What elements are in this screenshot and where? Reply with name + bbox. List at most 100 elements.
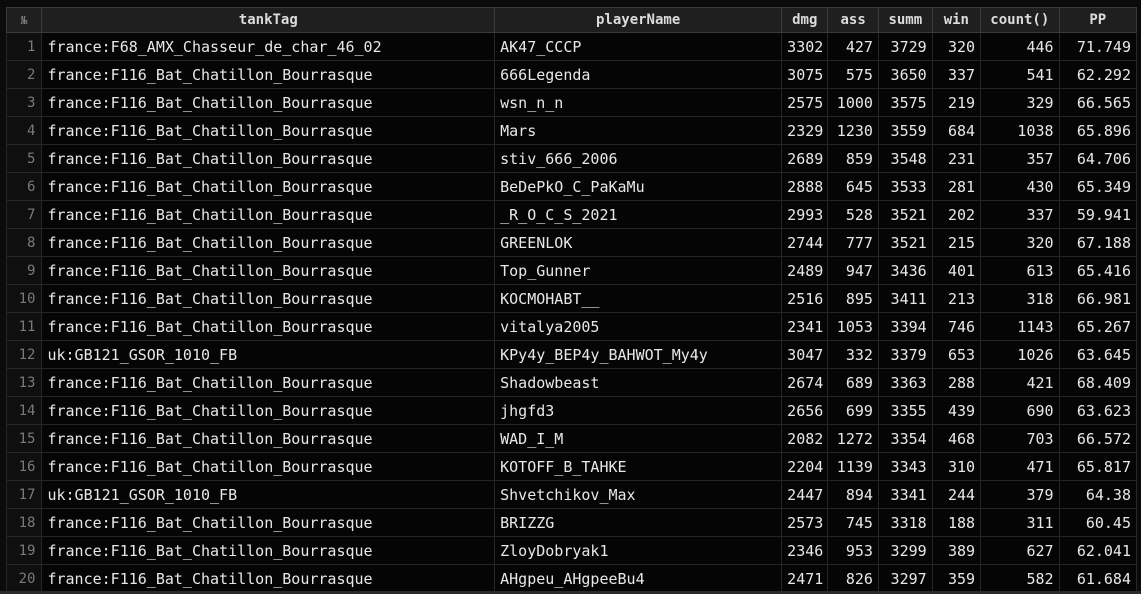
cell-tanktag[interactable]: france:F116_Bat_Chatillon_Bourrasque	[41, 228, 496, 257]
cell-dmg[interactable]: 2744	[781, 228, 829, 257]
cell-ass[interactable]: 1139	[827, 452, 879, 481]
cell-win[interactable]: 439	[931, 396, 982, 425]
cell-dmg[interactable]: 2341	[781, 312, 829, 341]
cell-playername[interactable]: BeDePkO_C_PaKaMu	[494, 172, 783, 201]
cell-tanktag[interactable]: france:F68_AMX_Chasseur_de_char_46_02	[41, 32, 496, 61]
cell-pp[interactable]: 61.684	[1058, 564, 1138, 593]
row-index[interactable]: 1	[5, 32, 43, 61]
cell-count[interactable]: 471	[980, 452, 1060, 481]
row-index[interactable]: 7	[5, 200, 43, 229]
cell-count[interactable]: 690	[980, 396, 1060, 425]
cell-count[interactable]: 318	[980, 284, 1060, 313]
table-row[interactable]: 5 france:F116_Bat_Chatillon_Bourrasque sti…	[5, 144, 1138, 173]
cell-dmg[interactable]: 2573	[781, 508, 829, 537]
cell-summ[interactable]: 3354	[877, 424, 933, 453]
cell-summ[interactable]: 3411	[877, 284, 933, 313]
row-index[interactable]: 18	[5, 508, 43, 537]
cell-playername[interactable]: AK47_CCCP	[494, 32, 783, 61]
cell-count[interactable]: 627	[980, 536, 1060, 565]
cell-playername[interactable]: Mars	[494, 116, 783, 145]
cell-pp[interactable]: 59.941	[1058, 200, 1138, 229]
table-row[interactable]: 10 france:F116_Bat_Chatillon_Bourrasque KO…	[5, 284, 1138, 313]
table-row[interactable]: 9 france:F116_Bat_Chatillon_Bourrasque Top…	[5, 256, 1138, 285]
cell-tanktag[interactable]: france:F116_Bat_Chatillon_Bourrasque	[41, 200, 496, 229]
cell-dmg[interactable]: 3047	[781, 340, 829, 369]
cell-count[interactable]: 582	[980, 564, 1060, 593]
cell-summ[interactable]: 3363	[877, 368, 933, 397]
cell-dmg[interactable]: 2471	[781, 564, 829, 593]
table-row[interactable]: 2 france:F116_Bat_Chatillon_Bourrasque 666…	[5, 60, 1138, 89]
cell-ass[interactable]: 953	[827, 536, 879, 565]
row-index[interactable]: 8	[5, 228, 43, 257]
row-index[interactable]: 11	[5, 312, 43, 341]
cell-ass[interactable]: 689	[827, 368, 879, 397]
cell-dmg[interactable]: 2346	[781, 536, 829, 565]
cell-dmg[interactable]: 2204	[781, 452, 829, 481]
cell-playername[interactable]: Shadowbeast	[494, 368, 783, 397]
cell-pp[interactable]: 65.817	[1058, 452, 1138, 481]
column-header-index[interactable]: №	[5, 7, 43, 33]
cell-count[interactable]: 329	[980, 88, 1060, 117]
row-index[interactable]: 2	[5, 60, 43, 89]
row-index[interactable]: 19	[5, 536, 43, 565]
cell-count[interactable]: 430	[980, 172, 1060, 201]
cell-win[interactable]: 310	[931, 452, 982, 481]
cell-playername[interactable]: ZloyDobryak1	[494, 536, 783, 565]
cell-tanktag[interactable]: france:F116_Bat_Chatillon_Bourrasque	[41, 60, 496, 89]
cell-win[interactable]: 202	[931, 200, 982, 229]
row-index[interactable]: 5	[5, 144, 43, 173]
cell-playername[interactable]: Top_Gunner	[494, 256, 783, 285]
cell-ass[interactable]: 1230	[827, 116, 879, 145]
cell-tanktag[interactable]: france:F116_Bat_Chatillon_Bourrasque	[41, 368, 496, 397]
cell-dmg[interactable]: 3302	[781, 32, 829, 61]
cell-pp[interactable]: 63.645	[1058, 340, 1138, 369]
cell-tanktag[interactable]: france:F116_Bat_Chatillon_Bourrasque	[41, 116, 496, 145]
cell-playername[interactable]: WAD_I_M	[494, 424, 783, 453]
column-header-ass[interactable]: ass	[827, 7, 879, 33]
cell-dmg[interactable]: 2082	[781, 424, 829, 453]
row-index[interactable]: 4	[5, 116, 43, 145]
cell-playername[interactable]: 666Legenda	[494, 60, 783, 89]
cell-win[interactable]: 653	[931, 340, 982, 369]
cell-pp[interactable]: 66.981	[1058, 284, 1138, 313]
cell-tanktag[interactable]: france:F116_Bat_Chatillon_Bourrasque	[41, 312, 496, 341]
cell-summ[interactable]: 3394	[877, 312, 933, 341]
cell-playername[interactable]: stiv_666_2006	[494, 144, 783, 173]
cell-playername[interactable]: BRIZZG	[494, 508, 783, 537]
cell-win[interactable]: 468	[931, 424, 982, 453]
cell-win[interactable]: 188	[931, 508, 982, 537]
cell-pp[interactable]: 62.041	[1058, 536, 1138, 565]
cell-count[interactable]: 320	[980, 228, 1060, 257]
cell-playername[interactable]: KOCMOHABT__	[494, 284, 783, 313]
row-index[interactable]: 14	[5, 396, 43, 425]
cell-summ[interactable]: 3379	[877, 340, 933, 369]
cell-ass[interactable]: 575	[827, 60, 879, 89]
cell-pp[interactable]: 63.623	[1058, 396, 1138, 425]
table-row[interactable]: 7 france:F116_Bat_Chatillon_Bourrasque _R_…	[5, 200, 1138, 229]
table-row[interactable]: 6 france:F116_Bat_Chatillon_Bourrasque BeD…	[5, 172, 1138, 201]
cell-playername[interactable]: vitalya2005	[494, 312, 783, 341]
cell-count[interactable]: 703	[980, 424, 1060, 453]
cell-dmg[interactable]: 2516	[781, 284, 829, 313]
cell-summ[interactable]: 3318	[877, 508, 933, 537]
cell-playername[interactable]: wsn_n_n	[494, 88, 783, 117]
table-row[interactable]: 8 france:F116_Bat_Chatillon_Bourrasque GRE…	[5, 228, 1138, 257]
cell-tanktag[interactable]: france:F116_Bat_Chatillon_Bourrasque	[41, 536, 496, 565]
table-row[interactable]: 11 france:F116_Bat_Chatillon_Bourrasque vi…	[5, 312, 1138, 341]
row-index[interactable]: 20	[5, 564, 43, 593]
cell-pp[interactable]: 67.188	[1058, 228, 1138, 257]
cell-win[interactable]: 389	[931, 536, 982, 565]
cell-pp[interactable]: 65.416	[1058, 256, 1138, 285]
cell-dmg[interactable]: 2674	[781, 368, 829, 397]
cell-ass[interactable]: 1053	[827, 312, 879, 341]
table-row[interactable]: 14 france:F116_Bat_Chatillon_Bourrasque jh…	[5, 396, 1138, 425]
cell-dmg[interactable]: 2888	[781, 172, 829, 201]
cell-pp[interactable]: 65.896	[1058, 116, 1138, 145]
cell-tanktag[interactable]: france:F116_Bat_Chatillon_Bourrasque	[41, 564, 496, 593]
cell-win[interactable]: 231	[931, 144, 982, 173]
cell-summ[interactable]: 3343	[877, 452, 933, 481]
cell-tanktag[interactable]: france:F116_Bat_Chatillon_Bourrasque	[41, 396, 496, 425]
cell-summ[interactable]: 3548	[877, 144, 933, 173]
row-index[interactable]: 6	[5, 172, 43, 201]
cell-win[interactable]: 219	[931, 88, 982, 117]
